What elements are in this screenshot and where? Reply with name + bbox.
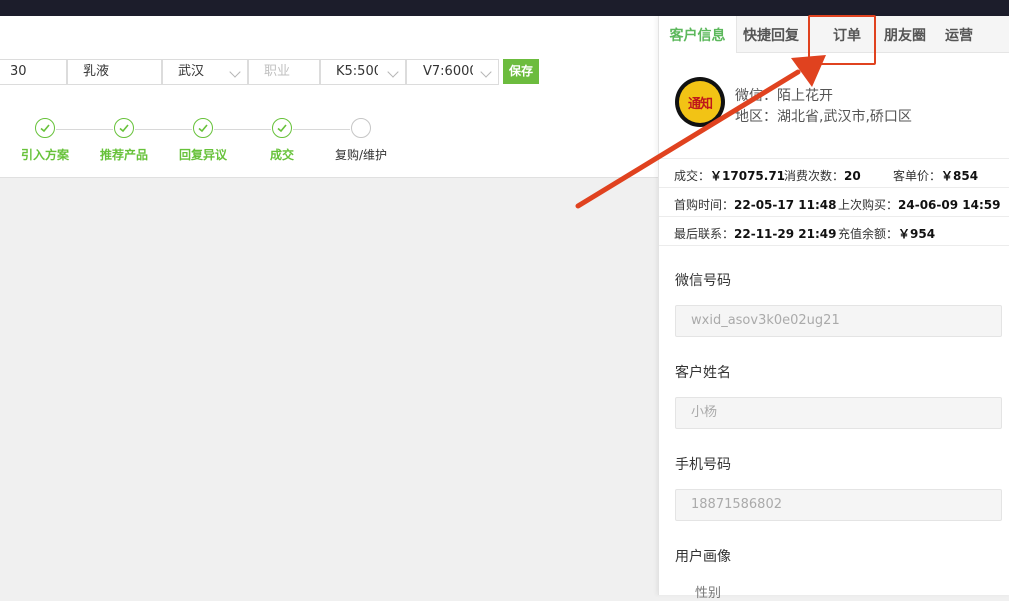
check-circle-icon [193,118,213,138]
step-intro-plan[interactable]: 引入方案 [5,118,85,163]
age-field[interactable]: 30 [0,59,67,85]
avatar-label: 通知 [679,81,721,123]
divider [659,245,1009,246]
tab-moments[interactable]: 朋友圈 [877,16,933,52]
stat-last-purchase: 上次购买：24-06-09 14:59 [838,196,1000,213]
stat-avg-order: 客单价：￥854 [893,167,978,184]
annotation-highlight-box [808,15,876,65]
k-level-value: K5:500 [336,64,378,79]
step-label: 复购/维护 [334,148,388,162]
customer-name-field[interactable]: 小杨 [675,397,1002,429]
chevron-down-icon [480,66,492,78]
user-portrait-label: 用户画像 [675,549,731,565]
stats-row: 最后联系：22-11-29 21:49 充值余额：￥954 [659,216,1009,246]
stat-value: ￥854 [941,169,979,183]
stat-value: 20 [844,169,861,183]
stat-first-purchase: 首购时间：22-05-17 11:48 [674,196,836,213]
customer-name-label: 客户姓名 [675,365,731,381]
phone-field[interactable]: 18871586802 [675,489,1002,521]
stat-value: ￥954 [898,227,936,241]
stat-value: 22-05-17 11:48 [734,198,837,212]
empty-circle-icon [351,118,371,138]
step-repurchase[interactable]: 复购/维护 [321,118,401,163]
v-level-select[interactable]: V7:6000 [406,59,499,85]
save-button[interactable]: 保存 [503,59,539,84]
stat-balance: 充值余额：￥954 [838,225,935,242]
city-value: 武汉 [178,64,205,79]
customer-nickname: 微信：陌上花开 [735,88,833,104]
step-recommend-product[interactable]: 推荐产品 [84,118,164,163]
customer-region: 地区：湖北省,武汉市,硚口区 [735,109,912,125]
phone-label: 手机号码 [675,457,731,473]
stat-value: ￥17075.71 [710,169,786,183]
tab-quick-reply[interactable]: 快捷回复 [743,16,807,52]
stat-label: 消费次数： [784,169,845,183]
check-circle-icon [114,118,134,138]
content-area [0,178,658,595]
check-circle-icon [272,118,292,138]
stat-last-contact: 最后联系：22-11-29 21:49 [674,225,836,242]
check-circle-icon [35,118,55,138]
job-placeholder: 职业 [264,64,291,79]
step-label: 推荐产品 [99,148,148,162]
age-value: 30 [10,64,27,79]
stat-value: 24-06-09 14:59 [898,198,1001,212]
tab-customer-info[interactable]: 客户信息 [659,16,737,53]
product-field[interactable]: 乳液 [67,59,162,85]
stat-count: 消费次数：20 [784,167,861,184]
step-label: 引入方案 [20,148,69,162]
customer-side-panel: 客户信息 快捷回复 订单 朋友圈 运营 通知 微信：陌上花开 地区：湖北省,武汉… [658,16,1009,601]
step-label: 回复异议 [178,148,227,162]
stat-value: 22-11-29 21:49 [734,227,837,241]
chevron-down-icon [387,66,399,78]
wechat-id-label: 微信号码 [675,273,731,289]
step-label: 成交 [269,148,294,162]
stat-label: 客单价： [893,169,942,183]
city-select[interactable]: 武汉 [162,59,248,85]
tab-operations[interactable]: 运营 [933,16,985,52]
step-deal[interactable]: 成交 [242,118,322,163]
stat-label: 首购时间： [674,198,735,212]
stat-label: 充值余额： [838,227,899,241]
chevron-down-icon [229,66,241,78]
stats-row: 首购时间：22-05-17 11:48 上次购买：24-06-09 14:59 [659,187,1009,217]
stats-row: 成交：￥17075.71 消费次数：20 客单价：￥854 [659,158,1009,188]
wechat-id-field[interactable]: wxid_asov3k0e02ug21 [675,305,1002,337]
k-level-select[interactable]: K5:500 [320,59,406,85]
stat-label: 最后联系： [674,227,735,241]
product-value: 乳液 [83,64,110,79]
customer-stage-panel: 30 乳液 武汉 职业 K5:500 V7:6000 保存 引入方案 推荐产品 … [0,16,658,178]
stat-deal: 成交：￥17075.71 [674,167,785,184]
v-level-value: V7:6000 [423,64,473,79]
stat-label: 上次购买： [838,198,899,212]
job-field[interactable]: 职业 [248,59,320,85]
step-reply-objection[interactable]: 回复异议 [163,118,243,163]
stat-label: 成交： [674,169,711,183]
avatar[interactable]: 通知 [675,77,725,127]
gender-label: 性别 [695,586,722,601]
window-top-bar [0,0,1009,16]
